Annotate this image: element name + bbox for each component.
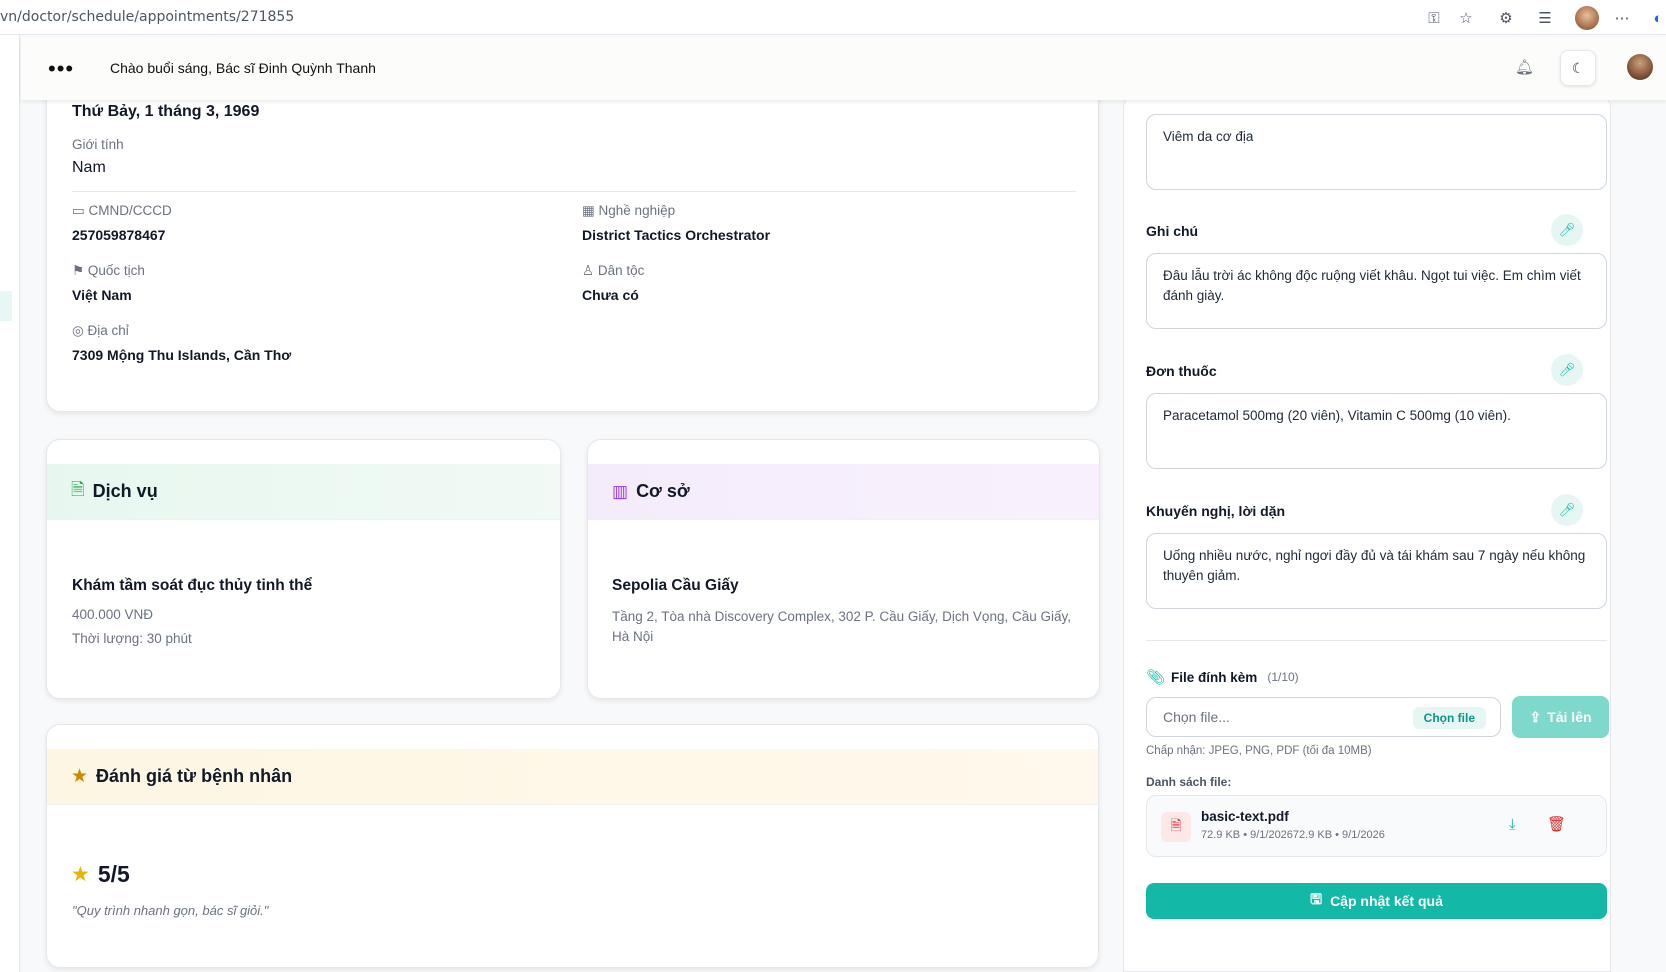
facility-title: Cơ sở bbox=[636, 481, 690, 501]
star-icon[interactable]: ☆ bbox=[1456, 8, 1476, 28]
file-input-placeholder: Chọn file... bbox=[1163, 709, 1230, 725]
download-icon[interactable]: ⤓ bbox=[1509, 816, 1516, 833]
nationality-label: ⚑ Quốc tịch bbox=[72, 263, 145, 278]
file-meta: 72.9 KB • 9/1/202672.9 KB • 9/1/2026 bbox=[1201, 829, 1385, 841]
file-name: basic-text.pdf bbox=[1201, 809, 1289, 824]
attachments-heading: 📎︎ File đính kèm (1/10) bbox=[1146, 668, 1299, 686]
theme-toggle-button[interactable]: ☾ bbox=[1560, 50, 1596, 86]
patient-info-card: Thứ Bảy, 1 tháng 3, 1969 Giới tính Nam ▭… bbox=[46, 60, 1099, 412]
app-header: ••• Chào buổi sáng, Bác sĩ Đinh Quỳnh Th… bbox=[21, 38, 1666, 100]
list-item: 🗎 basic-text.pdf 72.9 KB • 9/1/202672.9 … bbox=[1146, 795, 1607, 857]
paperclip-icon: 📎︎ bbox=[1146, 669, 1166, 686]
service-duration: Thời lượng: 30 phút bbox=[72, 631, 192, 646]
facility-header: ▥ Cơ sở bbox=[588, 464, 1099, 520]
prescription-field[interactable]: Paracetamol 500mg (20 viên), Vitamin C 5… bbox=[1146, 393, 1607, 469]
favorites-icon[interactable]: ☰ bbox=[1535, 8, 1555, 28]
upload-icon: ⇪ bbox=[1529, 708, 1542, 725]
address-bar[interactable]: vn/doctor/schedule/appointments/271855 bbox=[0, 9, 294, 25]
upload-button[interactable]: ⇪ Tải lên bbox=[1512, 696, 1609, 738]
facility-card: ▥ Cơ sở Sepolia Cầu Giấy Tầng 2, Tòa nhà… bbox=[587, 439, 1100, 699]
job-label: ▦ Nghề nghiệp bbox=[582, 203, 676, 218]
file-list-label: Danh sách file: bbox=[1146, 775, 1232, 789]
menu-dots-icon[interactable]: ••• bbox=[48, 56, 74, 82]
service-price: 400.000 VNĐ bbox=[72, 607, 154, 622]
save-icon: 🖫︎ bbox=[1310, 891, 1323, 907]
id-value: 257059878467 bbox=[72, 227, 166, 243]
advice-label: Khuyến nghị, lời dặn bbox=[1146, 503, 1286, 519]
pdf-file-icon: 🗎 bbox=[1161, 812, 1191, 842]
upload-label: Tải lên bbox=[1547, 709, 1592, 725]
service-header: 🗎 Dịch vụ bbox=[47, 464, 560, 520]
gender-label: Giới tính bbox=[72, 137, 124, 152]
review-comment: "Quy trình nhanh gọn, bác sĩ giỏi." bbox=[72, 903, 269, 918]
flag-icon: ⚑ bbox=[72, 263, 85, 278]
gender-value: Nam bbox=[72, 159, 106, 176]
key-icon[interactable]: ⚿ bbox=[1424, 8, 1444, 28]
address-label: ◎ Địa chỉ bbox=[72, 323, 129, 338]
id-label: ▭ CMND/CCCD bbox=[72, 203, 172, 218]
building-icon: ▥ bbox=[612, 481, 629, 501]
trash-icon[interactable]: 🗑︎ bbox=[1547, 815, 1566, 833]
avatar[interactable] bbox=[1627, 54, 1653, 80]
mic-icon[interactable]: 🎤︎ bbox=[1551, 494, 1583, 526]
score-value: 5/5 bbox=[97, 861, 130, 887]
result-form-panel: Viêm da cơ địa Ghi chú 🎤︎ Đâu lẫu trời á… bbox=[1123, 94, 1611, 972]
service-card: 🗎 Dịch vụ Khám tầm soát đục thủy tinh th… bbox=[46, 439, 561, 699]
nationality-value: Việt Nam bbox=[72, 287, 132, 303]
accept-note: Chấp nhận: JPEG, PNG, PDF (tối đa 10MB) bbox=[1146, 745, 1372, 757]
notes-label: Ghi chú bbox=[1146, 223, 1199, 239]
attachments-label: File đính kèm bbox=[1171, 669, 1258, 685]
mic-icon[interactable]: 🎤︎ bbox=[1551, 214, 1583, 246]
browser-profile-avatar[interactable] bbox=[1575, 6, 1599, 30]
star-icon: ★ bbox=[71, 766, 89, 787]
ethnicity-label: ♙ Dân tộc bbox=[582, 263, 645, 278]
prescription-label: Đơn thuốc bbox=[1146, 363, 1217, 379]
review-header: ★ Đánh giá từ bệnh nhân bbox=[47, 749, 1098, 805]
patient-dob: Thứ Bảy, 1 tháng 3, 1969 bbox=[72, 103, 260, 120]
user-icon: ♙ bbox=[582, 263, 595, 278]
moon-icon: ☾ bbox=[1571, 59, 1585, 76]
extensions-icon[interactable]: ⚙ bbox=[1496, 8, 1516, 28]
choose-file-button[interactable]: Chọn file bbox=[1412, 707, 1486, 729]
update-result-button[interactable]: 🖫︎ Cập nhật kết quả bbox=[1146, 883, 1607, 919]
sidebar-active-marker[interactable] bbox=[0, 291, 12, 321]
diagnosis-field[interactable]: Viêm da cơ địa bbox=[1146, 114, 1607, 190]
review-card: ★ Đánh giá từ bệnh nhân ★ 5/5 "Quy trình… bbox=[46, 724, 1099, 968]
review-title: Đánh giá từ bệnh nhân bbox=[96, 766, 293, 786]
greeting-text: Chào buổi sáng, Bác sĩ Đinh Quỳnh Thanh bbox=[110, 60, 376, 76]
map-pin-icon: ◎ bbox=[72, 323, 84, 338]
divider bbox=[72, 191, 1076, 192]
service-name: Khám tầm soát đục thủy tinh thể bbox=[72, 577, 313, 594]
ethnicity-value: Chưa có bbox=[582, 287, 639, 303]
facility-address: Tầng 2, Tòa nhà Discovery Complex, 302 P… bbox=[612, 609, 1071, 644]
copilot-icon[interactable]: ◐ bbox=[1648, 8, 1666, 28]
notes-field[interactable]: Đâu lẫu trời ác không độc ruộng viết khâ… bbox=[1146, 253, 1607, 329]
id-card-icon: ▭ bbox=[72, 203, 85, 218]
browser-toolbar: vn/doctor/schedule/appointments/271855 ⚿… bbox=[0, 0, 1666, 35]
star-icon: ★ bbox=[71, 863, 90, 886]
address-value: 7309 Mộng Thu Islands, Cần Thơ bbox=[72, 347, 292, 363]
mic-icon[interactable]: 🎤︎ bbox=[1551, 354, 1583, 386]
advice-field[interactable]: Uống nhiều nước, nghỉ ngơi đầy đủ và tái… bbox=[1146, 533, 1607, 609]
divider bbox=[1146, 640, 1607, 641]
file-input[interactable]: Chọn file... Chọn file bbox=[1146, 697, 1501, 737]
bell-icon[interactable]: 🔔︎ bbox=[1515, 58, 1534, 76]
building-icon: ▦ bbox=[582, 203, 595, 218]
service-title: Dịch vụ bbox=[92, 481, 158, 501]
update-result-label: Cập nhật kết quả bbox=[1330, 893, 1443, 909]
facility-name: Sepolia Cầu Giấy bbox=[612, 577, 739, 594]
document-icon: 🗎 bbox=[71, 480, 85, 499]
sidebar-collapsed bbox=[0, 35, 20, 972]
more-icon[interactable]: ⋯ bbox=[1612, 8, 1632, 28]
review-score: ★ 5/5 bbox=[71, 861, 130, 888]
attachments-count: (1/10) bbox=[1267, 670, 1299, 684]
job-value: District Tactics Orchestrator bbox=[582, 227, 771, 243]
